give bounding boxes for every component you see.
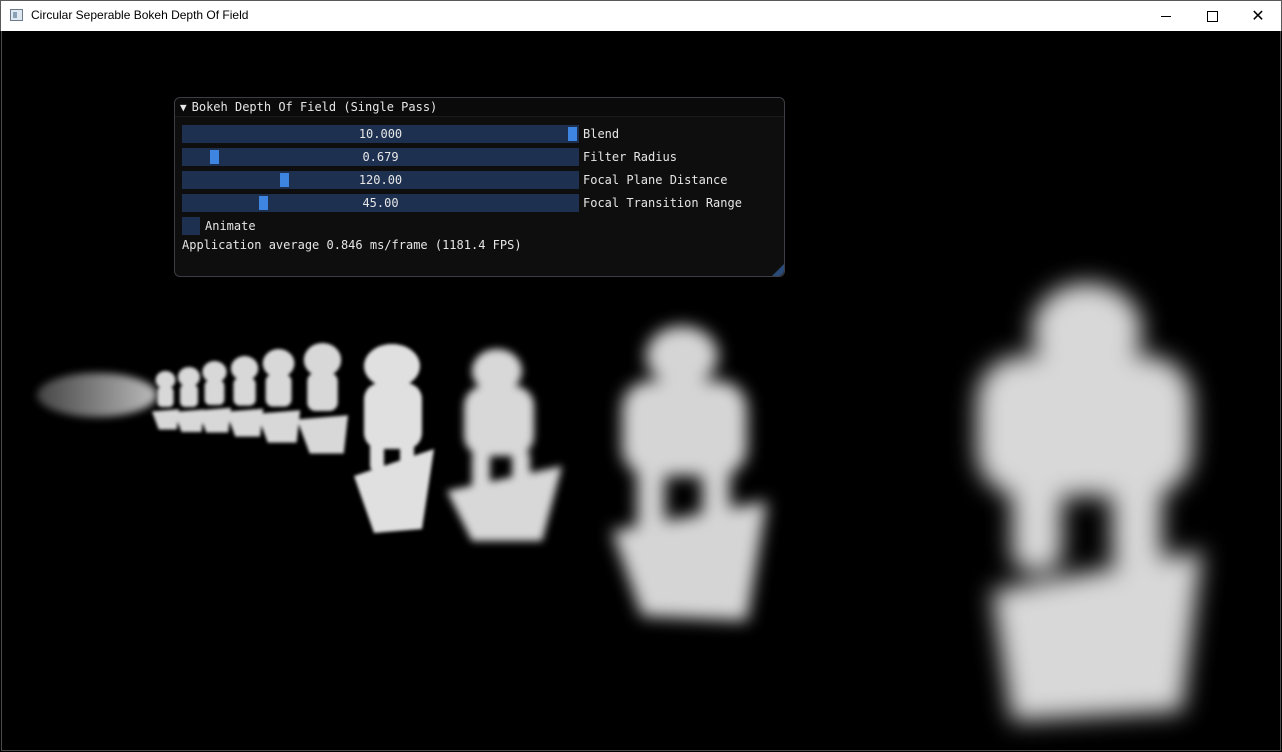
window-titlebar[interactable]: Circular Seperable Bokeh Depth Of Field …: [0, 0, 1282, 31]
maximize-icon: [1206, 10, 1218, 22]
slider-grab[interactable]: [210, 150, 220, 164]
slider-row-filter-radius: 0.679 Filter Radius: [182, 148, 677, 166]
blend-slider[interactable]: 10.000: [182, 125, 579, 143]
focal-plane-distance-value: 120.00: [358, 173, 403, 187]
close-button[interactable]: ✕: [1235, 1, 1281, 31]
blend-value: 10.000: [358, 127, 403, 141]
filter-radius-value: 0.679: [362, 150, 399, 164]
focal-plane-distance-label: Focal Plane Distance: [583, 173, 728, 187]
focal-transition-range-label: Focal Transition Range: [583, 196, 742, 210]
blend-label: Blend: [583, 127, 620, 141]
animate-row: Animate: [182, 217, 256, 235]
focal-plane-distance-slider[interactable]: 120.00: [182, 171, 579, 189]
filter-radius-label: Filter Radius: [583, 150, 677, 164]
statue-row-near-focus: [152, 343, 348, 454]
animate-checkbox[interactable]: [182, 217, 200, 235]
panel-title: Bokeh Depth Of Field (Single Pass): [191, 100, 438, 114]
minimize-icon: [1161, 15, 1171, 17]
fps-readout: Application average 0.846 ms/frame (1181…: [182, 238, 522, 252]
minimize-button[interactable]: [1143, 1, 1189, 31]
statue-far-blur: [612, 326, 767, 621]
far-statue-band: [37, 373, 157, 417]
slider-row-focal-transition-range: 45.00 Focal Transition Range: [182, 194, 742, 212]
window-title: Circular Seperable Bokeh Depth Of Field: [31, 8, 249, 22]
collapse-arrow-icon[interactable]: ▼: [180, 101, 187, 114]
bokeh-settings-window[interactable]: ▼ Bokeh Depth Of Field (Single Pass) 10.…: [174, 97, 785, 277]
app-window-icon: [10, 9, 23, 21]
slider-grab[interactable]: [568, 127, 577, 141]
focal-transition-range-slider[interactable]: 45.00: [182, 194, 579, 212]
animate-label: Animate: [205, 219, 256, 233]
slider-grab[interactable]: [280, 173, 289, 187]
focal-transition-range-value: 45.00: [362, 196, 399, 210]
statue-in-focus: [354, 344, 434, 533]
statue-mid-blur: [447, 349, 562, 541]
resize-grip[interactable]: [772, 264, 784, 276]
close-icon: ✕: [1251, 6, 1265, 25]
slider-row-focal-plane-distance: 120.00 Focal Plane Distance: [182, 171, 728, 189]
slider-row-blend: 10.000 Blend: [182, 125, 619, 143]
maximize-button[interactable]: [1189, 1, 1235, 31]
statue-foreground-blur: [977, 283, 1202, 721]
filter-radius-slider[interactable]: 0.679: [182, 148, 579, 166]
slider-grab[interactable]: [258, 196, 268, 210]
panel-header[interactable]: ▼ Bokeh Depth Of Field (Single Pass): [175, 98, 784, 117]
